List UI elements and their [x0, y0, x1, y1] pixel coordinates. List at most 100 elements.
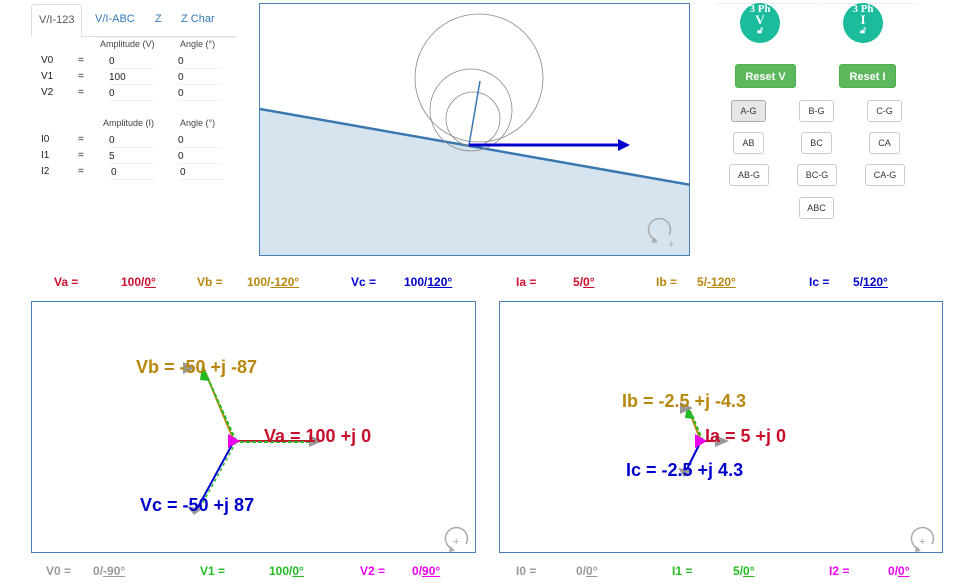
v2-seq-value: 0/90°	[412, 564, 441, 578]
i1-angle-input[interactable]	[178, 149, 222, 164]
current-phasor-svg: Ib = -2.5 +j -4.3 Ia = 5 +j 0 Ic = -2.5 …	[622, 391, 935, 552]
ib-rect-label: Ib = -2.5 +j -4.3	[622, 391, 746, 411]
impedance-vector-line	[468, 80, 481, 146]
tab-vi-123[interactable]: V/I-123	[31, 4, 83, 37]
v2-seq-marker-icon	[228, 434, 240, 448]
unlock-icon: 🔓︎	[757, 25, 763, 35]
i2-seq-magnitude: 0	[888, 564, 895, 578]
tab-bar: V/I-123 V/I-ABC Z Z Char	[31, 4, 236, 37]
ic-rect-label: Ic = -2.5 +j 4.3	[626, 460, 743, 480]
v0-amplitude-input[interactable]	[109, 54, 153, 69]
ia-angle[interactable]: 0°	[583, 275, 594, 289]
fault-ab-button[interactable]: AB	[733, 132, 764, 154]
v1-seq-angle[interactable]: 0°	[292, 564, 303, 578]
i1-seq-value: 5/0°	[733, 564, 755, 578]
vc-angle[interactable]: 120°	[427, 275, 452, 289]
v2-seq-magnitude: 0	[412, 564, 419, 578]
i0-angle-input[interactable]	[178, 133, 222, 148]
ic-label: Ic =	[809, 275, 830, 289]
tab-z[interactable]: Z	[148, 4, 169, 35]
ia-value: 5/0°	[573, 275, 595, 289]
i0-seq-value: 0/0°	[576, 564, 598, 578]
va-angle[interactable]: 0°	[144, 275, 155, 289]
i2-label: I2	[41, 166, 50, 177]
v0-label: V0	[41, 55, 54, 66]
fault-b-g-button[interactable]: B-G	[799, 100, 834, 122]
fault-bc-g-button[interactable]: BC-G	[797, 164, 837, 186]
rotate-reset-icon[interactable]: +	[910, 526, 935, 552]
i2-seq-label: I2 =	[829, 564, 850, 578]
i2-angle-input[interactable]	[180, 165, 224, 180]
v2-label: V2	[41, 87, 54, 98]
reset-i-button[interactable]: Reset I	[839, 64, 896, 88]
fault-ca-g-button[interactable]: CA-G	[865, 164, 905, 186]
voltage-phasor-diagram[interactable]: Vb = -50 +j -87 Va = 100 +j 0 Vc = -50 +…	[31, 301, 476, 553]
vc-value: 100/120°	[404, 275, 453, 289]
vc-magnitude: 100	[404, 275, 425, 289]
v1-angle-input[interactable]	[178, 70, 222, 85]
impedance-plot-svg: +	[260, 13, 689, 255]
i1-label: I1	[41, 150, 50, 161]
voltage-letter: V	[755, 12, 765, 27]
vb-angle[interactable]: -120°	[270, 275, 299, 289]
fault-abc-button[interactable]: ABC	[799, 197, 834, 219]
equals-sign: =	[78, 55, 84, 66]
ia-magnitude: 5	[573, 275, 580, 289]
va-magnitude: 100	[121, 275, 142, 289]
i1-seq-magnitude: 5	[733, 564, 740, 578]
v2-seq-label: V2 =	[360, 564, 386, 578]
ib-angle[interactable]: -120°	[707, 275, 736, 289]
svg-text:+: +	[919, 536, 925, 548]
ic-angle[interactable]: 120°	[863, 275, 888, 289]
i0-seq-angle[interactable]: 0°	[586, 564, 597, 578]
ib-magnitude: 5	[697, 275, 704, 289]
current-phasor-diagram[interactable]: Ib = -2.5 +j -4.3 Ia = 5 +j 0 Ic = -2.5 …	[499, 301, 943, 553]
v2-seq-angle[interactable]: 90°	[422, 564, 440, 578]
ib-label: Ib =	[656, 275, 678, 289]
fault-bc-button[interactable]: BC	[801, 132, 832, 154]
relay-region	[260, 109, 689, 255]
voltage-angle-header: Angle (°)	[180, 39, 216, 49]
voltage-3ph-lock-button[interactable]: 3 Ph V 🔓︎	[740, 3, 780, 43]
va-rect-label: Va = 100 +j 0	[264, 426, 371, 446]
current-3ph-lock-button[interactable]: 3 Ph I 🔓︎	[843, 3, 883, 43]
i0-amplitude-input[interactable]	[109, 133, 153, 148]
i1-seq-angle[interactable]: 0°	[743, 564, 754, 578]
v1-amplitude-input[interactable]	[109, 70, 153, 85]
i1-amplitude-input[interactable]	[109, 149, 153, 164]
v0-seq-angle[interactable]: -90°	[103, 564, 125, 578]
v1-seq-value: 100/0°	[269, 564, 304, 578]
fault-ab-g-button[interactable]: AB-G	[729, 164, 769, 186]
equals-sign: =	[78, 150, 84, 161]
fault-ca-button[interactable]: CA	[869, 132, 900, 154]
impedance-plot[interactable]: +	[259, 3, 690, 256]
voltage-phasor-svg: Vb = -50 +j -87 Va = 100 +j 0 Vc = -50 +…	[136, 357, 469, 552]
v0-angle-input[interactable]	[178, 54, 222, 69]
i2-amplitude-input[interactable]	[111, 165, 155, 180]
i1-seq-label: I1 =	[672, 564, 693, 578]
v1-seq-magnitude: 100	[269, 564, 290, 578]
va-value: 100/0°	[121, 275, 156, 289]
rotate-reset-icon[interactable]: +	[444, 526, 469, 552]
fault-a-g-button[interactable]: A-G	[731, 100, 766, 122]
ib-value: 5/-120°	[697, 275, 736, 289]
vb-label: Vb =	[197, 275, 223, 289]
v2-angle-input[interactable]	[178, 86, 222, 101]
fault-c-g-button[interactable]: C-G	[867, 100, 902, 122]
arrowhead-icon	[618, 139, 630, 151]
v2-amplitude-input[interactable]	[109, 86, 153, 101]
current-amplitude-header: Amplitude (I)	[103, 118, 155, 128]
i0-seq-magnitude: 0	[576, 564, 583, 578]
ic-value: 5/120°	[853, 275, 888, 289]
ia-label: Ia =	[516, 275, 537, 289]
ic-magnitude: 5	[853, 275, 860, 289]
i2-seq-angle[interactable]: 0°	[898, 564, 909, 578]
tab-vi-abc[interactable]: V/I-ABC	[88, 4, 142, 35]
equals-sign: =	[78, 87, 84, 98]
va-label: Va =	[54, 275, 79, 289]
equals-sign: =	[78, 134, 84, 145]
v0-seq-label: V0 =	[46, 564, 72, 578]
tab-z-char[interactable]: Z Char	[174, 4, 222, 35]
current-letter: I	[860, 12, 866, 27]
reset-v-button[interactable]: Reset V	[735, 64, 796, 88]
